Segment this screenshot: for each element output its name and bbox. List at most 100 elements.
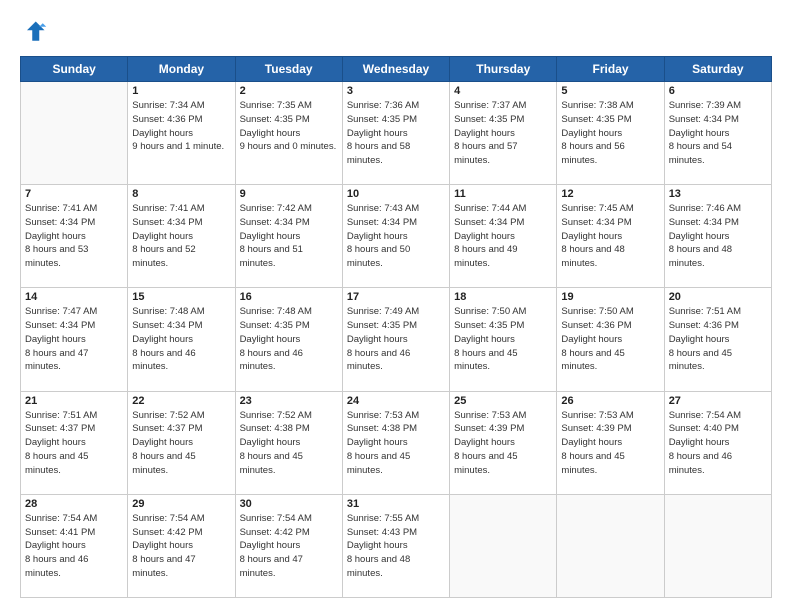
daylight-label: Daylight hours bbox=[561, 128, 622, 139]
daylight-duration: 8 hours and 50 minutes. bbox=[347, 244, 410, 269]
sunset-label: Sunset: 4:39 PM bbox=[454, 423, 524, 434]
sunset-label: Sunset: 4:34 PM bbox=[132, 320, 202, 331]
daylight-duration: 8 hours and 45 minutes. bbox=[25, 451, 88, 476]
daylight-label: Daylight hours bbox=[347, 540, 408, 551]
calendar-cell bbox=[21, 82, 128, 185]
calendar-cell: 2Sunrise: 7:35 AMSunset: 4:35 PMDaylight… bbox=[235, 82, 342, 185]
daylight-duration: 8 hours and 47 minutes. bbox=[132, 554, 195, 579]
sunrise-label: Sunrise: 7:46 AM bbox=[669, 203, 741, 214]
week-row-1: 1Sunrise: 7:34 AMSunset: 4:36 PMDaylight… bbox=[21, 82, 772, 185]
sunset-label: Sunset: 4:34 PM bbox=[454, 217, 524, 228]
daylight-duration: 8 hours and 47 minutes. bbox=[25, 348, 88, 373]
calendar-cell: 9Sunrise: 7:42 AMSunset: 4:34 PMDaylight… bbox=[235, 185, 342, 288]
day-info: Sunrise: 7:53 AMSunset: 4:38 PMDaylight … bbox=[347, 409, 445, 478]
sunset-label: Sunset: 4:35 PM bbox=[454, 114, 524, 125]
daylight-duration: 8 hours and 45 minutes. bbox=[561, 348, 624, 373]
daylight-duration: 8 hours and 46 minutes. bbox=[240, 348, 303, 373]
sunrise-label: Sunrise: 7:37 AM bbox=[454, 100, 526, 111]
day-number: 9 bbox=[240, 188, 338, 200]
weekday-header-sunday: Sunday bbox=[21, 57, 128, 82]
daylight-label: Daylight hours bbox=[669, 334, 730, 345]
sunrise-label: Sunrise: 7:49 AM bbox=[347, 306, 419, 317]
daylight-duration: 8 hours and 45 minutes. bbox=[454, 348, 517, 373]
daylight-label: Daylight hours bbox=[454, 231, 515, 242]
daylight-label: Daylight hours bbox=[25, 540, 86, 551]
day-info: Sunrise: 7:51 AMSunset: 4:37 PMDaylight … bbox=[25, 409, 123, 478]
daylight-duration: 8 hours and 57 minutes. bbox=[454, 141, 517, 166]
day-number: 26 bbox=[561, 395, 659, 407]
day-number: 31 bbox=[347, 498, 445, 510]
daylight-label: Daylight hours bbox=[669, 437, 730, 448]
daylight-duration: 8 hours and 51 minutes. bbox=[240, 244, 303, 269]
daylight-duration: 9 hours and 1 minute. bbox=[132, 141, 224, 152]
daylight-label: Daylight hours bbox=[347, 437, 408, 448]
sunset-label: Sunset: 4:37 PM bbox=[25, 423, 95, 434]
daylight-label: Daylight hours bbox=[347, 334, 408, 345]
daylight-label: Daylight hours bbox=[240, 540, 301, 551]
sunset-label: Sunset: 4:37 PM bbox=[132, 423, 202, 434]
sunset-label: Sunset: 4:34 PM bbox=[669, 217, 739, 228]
daylight-label: Daylight hours bbox=[132, 231, 193, 242]
calendar-cell: 23Sunrise: 7:52 AMSunset: 4:38 PMDayligh… bbox=[235, 391, 342, 494]
sunset-label: Sunset: 4:34 PM bbox=[25, 320, 95, 331]
daylight-duration: 8 hours and 45 minutes. bbox=[454, 451, 517, 476]
week-row-2: 7Sunrise: 7:41 AMSunset: 4:34 PMDaylight… bbox=[21, 185, 772, 288]
day-info: Sunrise: 7:54 AMSunset: 4:40 PMDaylight … bbox=[669, 409, 767, 478]
sunset-label: Sunset: 4:35 PM bbox=[240, 114, 310, 125]
daylight-duration: 8 hours and 45 minutes. bbox=[132, 451, 195, 476]
daylight-duration: 8 hours and 45 minutes. bbox=[240, 451, 303, 476]
daylight-duration: 8 hours and 48 minutes. bbox=[669, 244, 732, 269]
day-number: 3 bbox=[347, 85, 445, 97]
weekday-header-wednesday: Wednesday bbox=[342, 57, 449, 82]
day-number: 28 bbox=[25, 498, 123, 510]
sunrise-label: Sunrise: 7:54 AM bbox=[25, 513, 97, 524]
daylight-duration: 9 hours and 0 minutes. bbox=[240, 141, 337, 152]
day-number: 21 bbox=[25, 395, 123, 407]
daylight-duration: 8 hours and 45 minutes. bbox=[669, 348, 732, 373]
sunset-label: Sunset: 4:34 PM bbox=[347, 217, 417, 228]
calendar-cell: 26Sunrise: 7:53 AMSunset: 4:39 PMDayligh… bbox=[557, 391, 664, 494]
calendar-cell: 6Sunrise: 7:39 AMSunset: 4:34 PMDaylight… bbox=[664, 82, 771, 185]
daylight-label: Daylight hours bbox=[25, 231, 86, 242]
calendar-cell: 7Sunrise: 7:41 AMSunset: 4:34 PMDaylight… bbox=[21, 185, 128, 288]
sunrise-label: Sunrise: 7:53 AM bbox=[561, 410, 633, 421]
sunrise-label: Sunrise: 7:36 AM bbox=[347, 100, 419, 111]
calendar-cell: 24Sunrise: 7:53 AMSunset: 4:38 PMDayligh… bbox=[342, 391, 449, 494]
sunrise-label: Sunrise: 7:53 AM bbox=[347, 410, 419, 421]
day-info: Sunrise: 7:34 AMSunset: 4:36 PMDaylight … bbox=[132, 99, 230, 154]
daylight-label: Daylight hours bbox=[240, 334, 301, 345]
daylight-duration: 8 hours and 45 minutes. bbox=[347, 451, 410, 476]
sunrise-label: Sunrise: 7:52 AM bbox=[240, 410, 312, 421]
sunrise-label: Sunrise: 7:34 AM bbox=[132, 100, 204, 111]
day-info: Sunrise: 7:39 AMSunset: 4:34 PMDaylight … bbox=[669, 99, 767, 168]
day-info: Sunrise: 7:45 AMSunset: 4:34 PMDaylight … bbox=[561, 202, 659, 271]
sunrise-label: Sunrise: 7:53 AM bbox=[454, 410, 526, 421]
sunrise-label: Sunrise: 7:48 AM bbox=[240, 306, 312, 317]
day-info: Sunrise: 7:50 AMSunset: 4:35 PMDaylight … bbox=[454, 305, 552, 374]
daylight-label: Daylight hours bbox=[347, 128, 408, 139]
sunset-label: Sunset: 4:43 PM bbox=[347, 527, 417, 538]
calendar-cell: 10Sunrise: 7:43 AMSunset: 4:34 PMDayligh… bbox=[342, 185, 449, 288]
calendar-cell: 31Sunrise: 7:55 AMSunset: 4:43 PMDayligh… bbox=[342, 494, 449, 597]
week-row-3: 14Sunrise: 7:47 AMSunset: 4:34 PMDayligh… bbox=[21, 288, 772, 391]
daylight-label: Daylight hours bbox=[132, 128, 193, 139]
calendar-cell: 27Sunrise: 7:54 AMSunset: 4:40 PMDayligh… bbox=[664, 391, 771, 494]
sunset-label: Sunset: 4:35 PM bbox=[347, 320, 417, 331]
sunset-label: Sunset: 4:34 PM bbox=[240, 217, 310, 228]
calendar-cell: 13Sunrise: 7:46 AMSunset: 4:34 PMDayligh… bbox=[664, 185, 771, 288]
daylight-label: Daylight hours bbox=[347, 231, 408, 242]
sunrise-label: Sunrise: 7:45 AM bbox=[561, 203, 633, 214]
day-info: Sunrise: 7:35 AMSunset: 4:35 PMDaylight … bbox=[240, 99, 338, 154]
logo-icon bbox=[20, 18, 48, 46]
daylight-label: Daylight hours bbox=[669, 128, 730, 139]
day-number: 20 bbox=[669, 291, 767, 303]
daylight-label: Daylight hours bbox=[454, 334, 515, 345]
day-number: 15 bbox=[132, 291, 230, 303]
daylight-duration: 8 hours and 54 minutes. bbox=[669, 141, 732, 166]
logo bbox=[20, 18, 52, 46]
weekday-header-saturday: Saturday bbox=[664, 57, 771, 82]
sunrise-label: Sunrise: 7:51 AM bbox=[25, 410, 97, 421]
calendar-cell: 11Sunrise: 7:44 AMSunset: 4:34 PMDayligh… bbox=[450, 185, 557, 288]
weekday-header-thursday: Thursday bbox=[450, 57, 557, 82]
daylight-label: Daylight hours bbox=[25, 334, 86, 345]
